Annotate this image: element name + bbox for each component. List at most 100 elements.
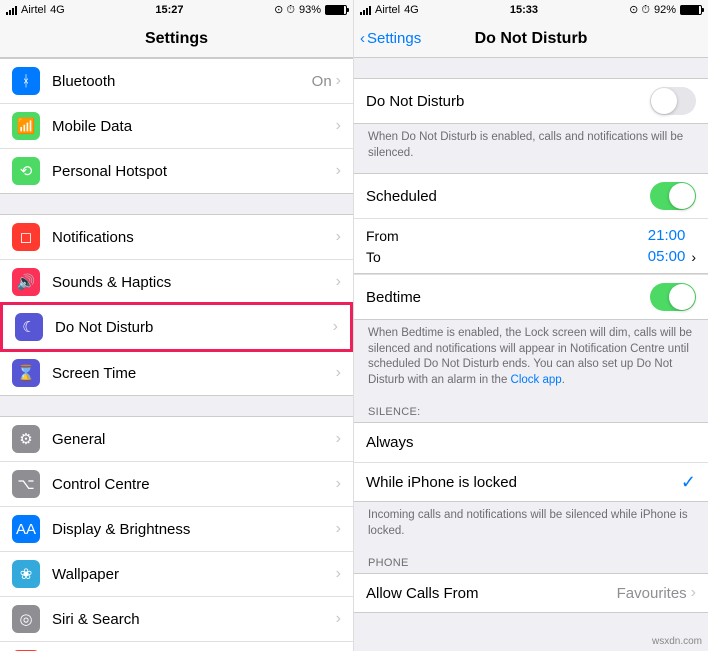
sounds-icon: 🔊 xyxy=(12,268,40,296)
nav-bar: ‹ Settings Do Not Disturb xyxy=(354,20,708,58)
while-locked-row[interactable]: While iPhone is locked ✓ xyxy=(354,462,708,502)
always-row[interactable]: Always xyxy=(354,422,708,462)
battery-icon xyxy=(680,5,702,15)
allow-calls-row[interactable]: Allow Calls From Favourites › xyxy=(354,573,708,613)
dnd-icon: ☾ xyxy=(15,313,43,341)
dnd-toggle-row[interactable]: Do Not Disturb xyxy=(354,78,708,124)
row-label: Scheduled xyxy=(366,188,650,205)
row-label: Wallpaper xyxy=(52,566,336,583)
network: 4G xyxy=(404,4,419,16)
row-label: Personal Hotspot xyxy=(52,163,336,180)
chevron-left-icon: ‹ xyxy=(360,30,365,47)
settings-row-personal-hotspot[interactable]: ⟲ Personal Hotspot› xyxy=(0,148,353,194)
settings-row-wallpaper[interactable]: ❀ Wallpaper› xyxy=(0,551,353,596)
row-label: Display & Brightness xyxy=(52,521,336,538)
settings-row-screen-time[interactable]: ⌛ Screen Time› xyxy=(0,350,353,396)
back-label: Settings xyxy=(367,30,421,47)
settings-row-touch-id-passcode[interactable]: ◉Touch ID & Passcode› xyxy=(0,641,353,651)
general-icon: ⚙ xyxy=(12,425,40,453)
chevron-right-icon: › xyxy=(336,610,341,628)
bedtime-footer: When Bedtime is enabled, the Lock screen… xyxy=(354,320,708,392)
clock-app-link[interactable]: Clock app xyxy=(511,374,562,386)
bedtime-toggle[interactable] xyxy=(650,283,696,311)
silence-footer: Incoming calls and notifications will be… xyxy=(354,502,708,543)
chevron-right-icon: › xyxy=(336,565,341,583)
nav-bar: Settings xyxy=(0,20,353,58)
chevron-right-icon: › xyxy=(336,273,341,291)
alarm-icon: ⊙ ⏱ xyxy=(629,3,650,17)
network: 4G xyxy=(50,4,65,16)
from-to-row[interactable]: From 21:00 › To 05:00 › xyxy=(354,218,708,274)
to-label: To xyxy=(366,249,381,265)
mobile-data-icon: 📶 xyxy=(12,112,40,140)
bluetooth-icon: ᚼ xyxy=(12,67,40,95)
battery-pct: 92% xyxy=(654,4,676,16)
settings-row-bluetooth[interactable]: ᚼ BluetoothOn› xyxy=(0,58,353,103)
battery-pct: 93% xyxy=(299,4,321,16)
chevron-right-icon: › xyxy=(336,430,341,448)
hotspot-icon: ⟲ xyxy=(12,157,40,185)
row-label: Screen Time xyxy=(52,365,336,382)
chevron-right-icon: › xyxy=(336,117,341,135)
to-value: 05:00 xyxy=(648,248,686,265)
settings-row-sounds-haptics[interactable]: 🔊 Sounds & Haptics› xyxy=(0,259,353,304)
scheduled-toggle[interactable] xyxy=(650,182,696,210)
settings-row-control-centre[interactable]: ⌥ Control Centre› xyxy=(0,461,353,506)
row-value: Favourites xyxy=(617,585,687,602)
display-icon: AA xyxy=(12,515,40,543)
battery-icon xyxy=(325,5,347,15)
signal-icon xyxy=(360,6,371,15)
bedtime-row[interactable]: Bedtime xyxy=(354,274,708,320)
signal-icon xyxy=(6,6,17,15)
settings-row-display-brightness[interactable]: AA Display & Brightness› xyxy=(0,506,353,551)
row-label: Mobile Data xyxy=(52,118,336,135)
settings-row-mobile-data[interactable]: 📶 Mobile Data› xyxy=(0,103,353,148)
row-label: Allow Calls From xyxy=(366,585,617,602)
settings-row-general[interactable]: ⚙ General› xyxy=(0,416,353,461)
back-button[interactable]: ‹ Settings xyxy=(360,30,421,47)
chevron-right-icon: › xyxy=(336,162,341,180)
from-label: From xyxy=(366,228,399,244)
row-label: Siri & Search xyxy=(52,611,336,628)
chevron-right-icon: › xyxy=(336,228,341,246)
chevron-right-icon: › xyxy=(691,584,696,602)
row-label: Sounds & Haptics xyxy=(52,274,336,291)
silence-header: SILENCE: xyxy=(354,392,708,422)
row-label: Do Not Disturb xyxy=(366,93,650,110)
chevron-right-icon: › xyxy=(336,520,341,538)
check-icon: ✓ xyxy=(681,472,696,493)
chevron-right-icon: › xyxy=(336,72,341,90)
settings-row-siri-search[interactable]: ◎ Siri & Search› xyxy=(0,596,353,641)
status-time: 15:33 xyxy=(510,4,538,16)
row-label: Control Centre xyxy=(52,476,336,493)
dnd-footer: When Do Not Disturb is enabled, calls an… xyxy=(354,124,708,165)
carrier: Airtel xyxy=(21,4,46,16)
chevron-right-icon: › xyxy=(691,249,696,265)
alarm-icon: ⊙ ⏱ xyxy=(274,3,295,17)
row-label: General xyxy=(52,431,336,448)
scheduled-row[interactable]: Scheduled xyxy=(354,173,708,218)
watermark: wsxdn.com xyxy=(652,636,702,647)
chevron-right-icon: › xyxy=(336,364,341,382)
carrier: Airtel xyxy=(375,4,400,16)
siri-icon: ◎ xyxy=(12,605,40,633)
screentime-icon: ⌛ xyxy=(12,359,40,387)
row-label: Bedtime xyxy=(366,289,650,306)
status-time: 15:27 xyxy=(155,4,183,16)
control-centre-icon: ⌥ xyxy=(12,470,40,498)
notifications-icon: ◻ xyxy=(12,223,40,251)
row-label: Always xyxy=(366,434,696,451)
settings-row-do-not-disturb[interactable]: ☾Do Not Disturb› xyxy=(0,302,353,352)
row-value: On xyxy=(312,73,332,90)
chevron-right-icon: › xyxy=(333,318,338,336)
nav-title: Do Not Disturb xyxy=(475,30,588,48)
chevron-right-icon: › xyxy=(336,475,341,493)
row-label: Bluetooth xyxy=(52,73,312,90)
status-bar: Airtel 4G 15:27 ⊙ ⏱ 93% xyxy=(0,0,353,20)
row-label: Notifications xyxy=(52,229,336,246)
dnd-toggle[interactable] xyxy=(650,87,696,115)
row-label: While iPhone is locked xyxy=(366,474,681,491)
settings-row-notifications[interactable]: ◻ Notifications› xyxy=(0,214,353,259)
wallpaper-icon: ❀ xyxy=(12,560,40,588)
nav-title: Settings xyxy=(145,30,208,48)
